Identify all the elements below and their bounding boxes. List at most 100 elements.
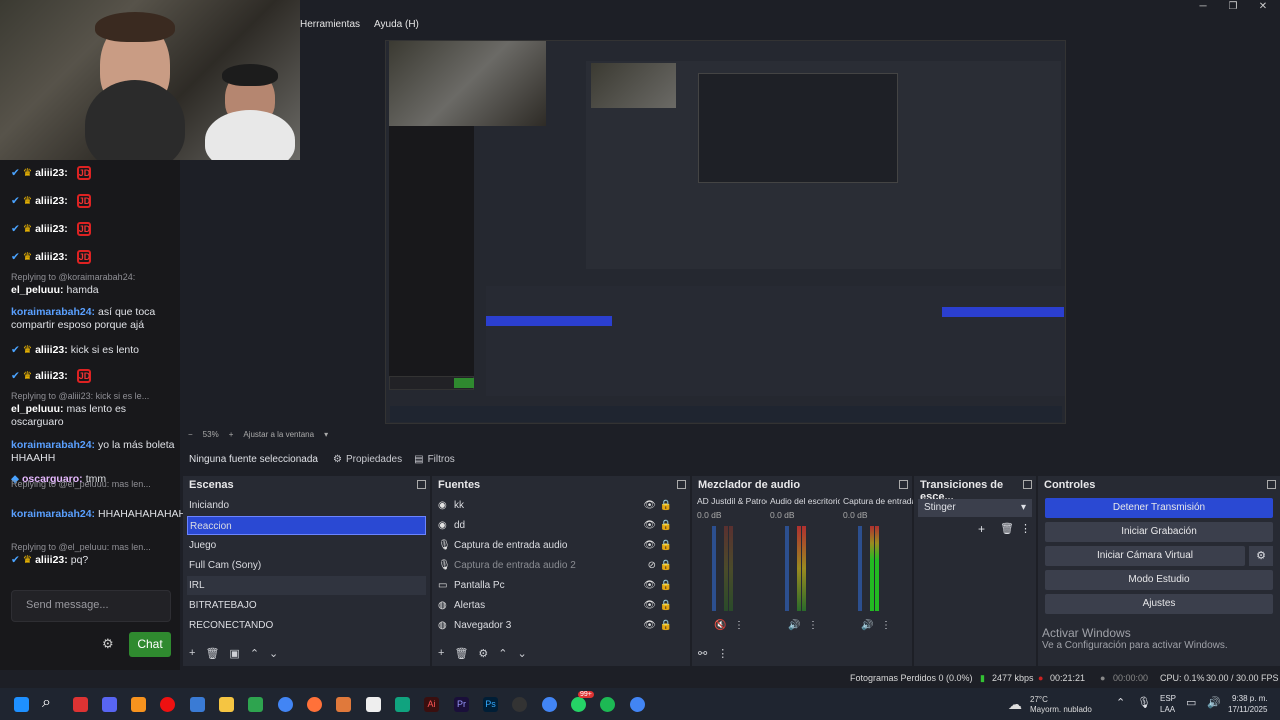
preview-canvas[interactable] <box>385 40 1066 424</box>
kebab-icon[interactable]: ⋮ <box>1020 522 1031 535</box>
chat-username[interactable]: el_peluuu: <box>11 284 64 296</box>
down-icon[interactable]: ⌄ <box>518 647 527 660</box>
kebab-icon[interactable]: ⋮ <box>717 647 728 660</box>
lock-icon[interactable]: 🔒 <box>660 540 672 551</box>
transition-select[interactable]: Stinger ▾ <box>918 499 1032 517</box>
store-icon[interactable] <box>190 697 205 712</box>
lock-icon[interactable]: 🔒 <box>660 560 672 571</box>
folder-icon[interactable] <box>219 697 234 712</box>
speaker-icon[interactable]: 🔊 <box>861 620 873 631</box>
popout-icon[interactable] <box>417 480 426 489</box>
popout-icon[interactable] <box>899 480 908 489</box>
volume-slider[interactable] <box>858 526 862 611</box>
firefox-icon[interactable] <box>307 697 322 712</box>
spotify-icon[interactable] <box>600 697 615 712</box>
lock-icon[interactable]: 🔒 <box>660 500 672 511</box>
zoom-fit[interactable]: Ajustar a la ventana <box>243 430 314 439</box>
chat-username[interactable]: aliii23: <box>35 167 68 179</box>
filter-icon[interactable]: ▣ <box>229 647 239 660</box>
speaker-icon[interactable]: 🔊 <box>788 620 800 631</box>
kebab-icon[interactable]: ⋮ <box>808 620 818 631</box>
chat-button[interactable]: Chat <box>129 632 171 657</box>
kebab-icon[interactable]: ⋮ <box>734 620 744 631</box>
source-item[interactable]: ◍ Navegador 3 👁 🔒 <box>436 616 686 635</box>
illustrator-icon[interactable]: Ai <box>424 697 439 712</box>
gear-icon[interactable]: ⚙ <box>102 636 114 652</box>
scene-item[interactable]: Iniciando <box>187 496 426 515</box>
chat-username[interactable]: koraimarabah24: <box>11 306 95 318</box>
up-icon[interactable]: ⌃ <box>250 647 259 660</box>
trash-icon[interactable]: 🗑 <box>205 647 219 660</box>
start-recording-button[interactable]: Iniciar Grabación <box>1045 522 1273 542</box>
scene-item[interactable]: Full Cam (Sony) <box>187 556 426 575</box>
network-icon[interactable]: ▭ <box>1186 696 1196 709</box>
gear-icon[interactable]: ⚙ <box>478 647 488 660</box>
source-item[interactable]: 🎙 Captura de entrada audio 2 ⊘ 🔒 <box>436 556 686 575</box>
clock-time[interactable]: 9:38 p. m. <box>1232 694 1268 703</box>
whatsapp-icon[interactable] <box>571 697 586 712</box>
stop-stream-button[interactable]: Detener Transmisión <box>1045 498 1273 518</box>
app-icon[interactable] <box>336 697 351 712</box>
chat-username[interactable]: koraimarabah24: <box>11 439 95 451</box>
zoom-out-icon[interactable]: − <box>188 430 193 439</box>
lock-icon[interactable]: 🔒 <box>660 600 672 611</box>
lock-icon[interactable]: 🔒 <box>660 520 672 531</box>
menu-ayuda[interactable]: Ayuda (H) <box>374 19 419 30</box>
chat-username[interactable]: aliii23: <box>35 223 68 235</box>
scene-item[interactable]: BITRATEBAJO <box>187 596 426 615</box>
volume-icon[interactable]: 🔊 <box>1207 696 1221 709</box>
menu-herramientas[interactable]: Herramientas <box>300 19 360 30</box>
chrome-icon[interactable] <box>278 697 293 712</box>
gear-icon[interactable]: ⚙ <box>1249 546 1273 566</box>
app-icon[interactable] <box>73 697 88 712</box>
scene-item[interactable]: RECONECTANDO <box>187 616 426 635</box>
source-item[interactable]: ◍ Alertas 👁 🔒 <box>436 596 686 615</box>
weather-icon[interactable]: ☁ <box>1008 696 1022 713</box>
kebab-icon[interactable]: ⋮ <box>881 620 891 631</box>
up-icon[interactable]: ⌃ <box>498 647 507 660</box>
maximize-icon[interactable]: ❐ <box>1218 0 1248 14</box>
zoom-in-icon[interactable]: + <box>229 430 234 439</box>
minimize-icon[interactable]: ─ <box>1188 0 1218 14</box>
chatgpt-icon[interactable] <box>395 697 410 712</box>
photoshop-icon[interactable]: Ps <box>483 697 498 712</box>
popout-icon[interactable] <box>1267 480 1276 489</box>
chat-username[interactable]: koraimarabah24: <box>11 508 95 520</box>
close-icon[interactable]: ✕ <box>1248 0 1278 14</box>
studio-mode-button[interactable]: Modo Estudio <box>1045 570 1273 590</box>
popout-icon[interactable] <box>677 480 686 489</box>
scene-item[interactable]: Juego <box>187 536 426 555</box>
filters-button[interactable]: ▤ Filtros <box>414 454 455 465</box>
trash-icon[interactable]: 🗑 <box>1000 522 1014 535</box>
add-icon[interactable]: + <box>438 647 444 660</box>
down-icon[interactable]: ⌄ <box>269 647 278 660</box>
obs-icon[interactable] <box>512 697 527 712</box>
eye-hidden-icon[interactable]: ⊘ <box>648 560 656 571</box>
link-icon[interactable]: ⚯ <box>698 647 707 660</box>
chat-username[interactable]: aliii23: <box>35 344 68 356</box>
chat-username[interactable]: aliii23: <box>35 195 68 207</box>
chevron-up-icon[interactable]: ⌃ <box>1116 696 1125 709</box>
discord-icon[interactable] <box>102 697 117 712</box>
chat-input[interactable]: Send message... <box>11 590 171 622</box>
trash-icon[interactable]: 🗑 <box>454 647 468 660</box>
chrome-icon[interactable] <box>542 697 557 712</box>
search-icon[interactable]: ⌕ <box>42 694 51 712</box>
lock-icon[interactable]: 🔒 <box>660 580 672 591</box>
settings-button[interactable]: Ajustes <box>1045 594 1273 614</box>
properties-button[interactable]: ⚙ Propiedades <box>333 454 402 465</box>
premiere-icon[interactable]: Pr <box>454 697 469 712</box>
eye-icon[interactable]: 👁 <box>643 520 656 531</box>
language[interactable]: ESP <box>1160 694 1176 703</box>
source-item[interactable]: ▭ Pantalla Pc 👁 🔒 <box>436 576 686 595</box>
source-item[interactable]: 🎙 Captura de entrada audio 👁 🔒 <box>436 536 686 555</box>
chat-username[interactable]: el_peluuu: <box>11 403 64 415</box>
chevron-down-icon[interactable]: ▾ <box>324 430 328 439</box>
file-icon[interactable] <box>366 697 381 712</box>
volume-slider[interactable] <box>785 526 789 611</box>
lock-icon[interactable]: 🔒 <box>660 620 672 631</box>
chat-username[interactable]: aliii23: <box>35 554 68 566</box>
add-icon[interactable]: + <box>189 647 195 660</box>
virtual-camera-button[interactable]: Iniciar Cámara Virtual <box>1045 546 1245 566</box>
muted-speaker-icon[interactable]: 🔇 <box>714 620 726 631</box>
